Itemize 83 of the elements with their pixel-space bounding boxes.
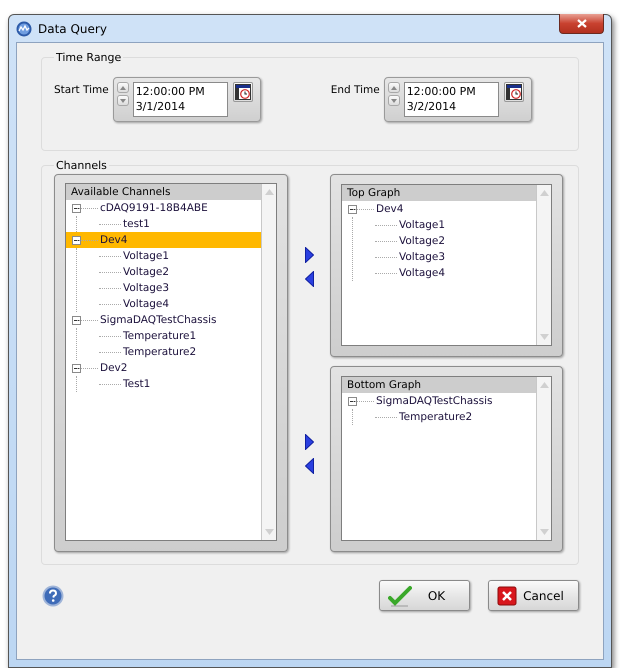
tree-item-label: Voltage2 [123,266,170,278]
right-arrow-icon [304,247,314,263]
tree-row[interactable]: Voltage1 [77,248,261,264]
tree-row[interactable]: Dev4 [342,201,536,217]
spin-down-button[interactable] [388,95,400,106]
move-right-button[interactable] [304,434,314,450]
left-arrow-icon [304,458,314,474]
tree-row[interactable]: Temperature2 [353,409,536,425]
down-arrow-icon [120,98,126,102]
help-button[interactable] [42,584,64,606]
app-icon [16,20,32,36]
tree-item-label: Voltage4 [123,298,170,310]
tree-row[interactable]: Temperature2 [77,344,261,360]
spin-up-button[interactable] [388,82,400,93]
tree-row[interactable]: Test1 [77,376,261,392]
up-arrow-icon [390,86,397,90]
tree-item-label: cDAQ9191-18B4ABE [100,202,208,214]
down-arrow-icon [390,98,397,102]
tree-item-label: Temperature2 [399,411,472,423]
right-arrow-icon [304,434,314,450]
window-title: Data Query [38,22,107,36]
scroll-up-icon [540,382,548,388]
tree-item-label: Temperature2 [123,346,196,358]
spin-down-button[interactable] [116,95,129,106]
tree-item-label: SigmaDAQTestChassis [376,395,492,407]
spin-up-button[interactable] [116,82,129,93]
tree-item-label: Test1 [123,378,150,390]
tree-row[interactable]: SigmaDAQTestChassis [66,312,261,328]
field-label: End Time [330,84,380,96]
tree-row[interactable]: cDAQ9191-18B4ABE [66,200,261,216]
left-arrow-icon [304,271,314,287]
tree-row[interactable]: Dev4 [66,232,261,248]
tree-row[interactable]: Temperature1 [77,328,261,344]
scroll-down-icon [540,334,548,340]
move-left-button[interactable] [304,271,314,287]
tree-row[interactable]: SigmaDAQTestChassis [342,393,536,409]
tree-row[interactable]: Voltage3 [353,249,536,265]
tree-row[interactable]: Voltage3 [77,280,261,296]
move-right-button[interactable] [304,247,314,263]
tree-item-label: Voltage3 [399,251,446,263]
field-label: Start Time [54,84,109,96]
tree-item-label: Voltage1 [123,250,170,262]
ok-button[interactable]: OK [379,580,470,611]
tree-item-label: test1 [123,218,150,230]
calendar-button[interactable] [232,82,253,102]
tree-row[interactable]: Voltage2 [77,264,261,280]
up-arrow-icon [120,86,126,90]
calendar-clock-icon [234,84,251,100]
tree-header: Top Graph [342,185,536,201]
close-button[interactable] [559,14,604,34]
scroll-down-icon [264,529,274,535]
tree-item-label: Temperature1 [123,330,196,342]
tree-header: Available Channels [66,184,261,200]
tree-item-label: Voltage1 [399,219,446,231]
tree-row[interactable]: test1 [77,216,261,232]
tree-row[interactable]: Voltage2 [353,233,536,249]
group-title: Time Range [55,51,122,64]
scroll-up-icon [540,190,548,196]
scroll-up-icon [264,189,274,195]
timestamp-field[interactable]: 12:00:00 PM 3/2/2014 [404,82,499,117]
close-icon [576,19,586,28]
move-left-button[interactable] [304,458,314,474]
tree-item-label: SigmaDAQTestChassis [100,314,216,326]
tree-item-label: Voltage3 [123,282,170,294]
x-icon [497,586,517,606]
tree-row[interactable]: Voltage4 [77,296,261,312]
help-icon [42,584,64,606]
group-title: Channels [55,159,108,172]
timestamp-field[interactable]: 12:00:00 PM 3/1/2014 [132,82,228,117]
tree-row[interactable]: Voltage1 [353,217,536,233]
tree-item-label: Voltage4 [399,267,446,279]
calendar-button[interactable] [504,82,524,102]
checkmark-icon [388,584,412,606]
tree-header: Bottom Graph [342,377,536,393]
cancel-button[interactable]: Cancel [488,580,579,611]
tree-item-label: Dev4 [376,203,404,215]
tree-item-label: Voltage2 [399,235,446,247]
tree-item-label: Dev4 [100,234,128,246]
calendar-clock-icon [506,84,522,100]
tree-item-label: Dev2 [100,362,128,374]
tree-row[interactable]: Dev2 [66,360,261,376]
scroll-down-icon [540,529,548,535]
tree-row[interactable]: Voltage4 [353,265,536,281]
